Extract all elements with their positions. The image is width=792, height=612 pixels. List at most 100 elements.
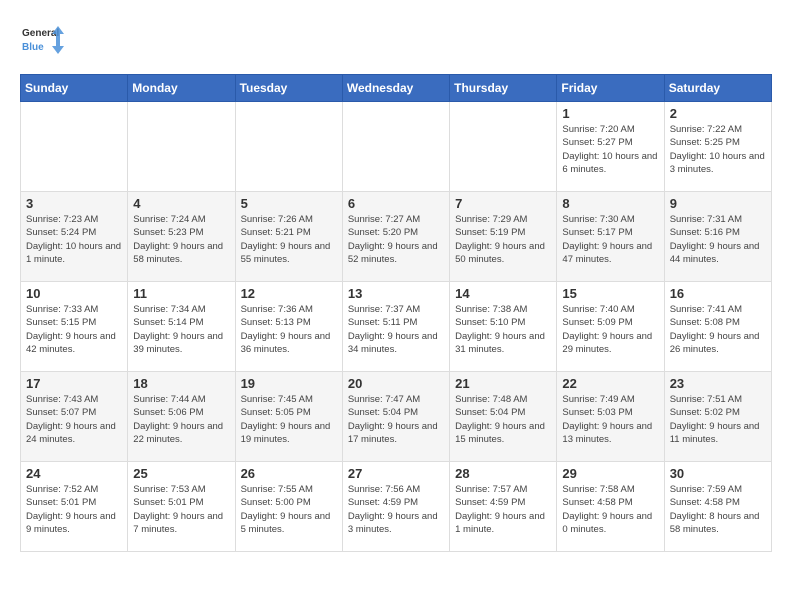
day-number: 30: [670, 466, 766, 481]
day-info: Sunrise: 7:45 AMSunset: 5:05 PMDaylight:…: [241, 393, 337, 446]
calendar-cell: 17 Sunrise: 7:43 AMSunset: 5:07 PMDayligh…: [21, 372, 128, 462]
calendar-cell: 2Sunrise: 7:22 AMSunset: 5:25 PMDaylight…: [664, 102, 771, 192]
header-saturday: Saturday: [664, 75, 771, 102]
day-info: Sunrise: 7:37 AMSunset: 5:11 PMDaylight:…: [348, 303, 444, 356]
day-number: 17: [26, 376, 122, 391]
week-row-3: 10Sunrise: 7:33 AMSunset: 5:15 PMDayligh…: [21, 282, 772, 372]
day-info: Sunrise: 7:49 AMSunset: 5:03 PMDaylight:…: [562, 393, 658, 446]
header-wednesday: Wednesday: [342, 75, 449, 102]
calendar-cell: 19 Sunrise: 7:45 AMSunset: 5:05 PMDayligh…: [235, 372, 342, 462]
calendar-cell: 5 Sunrise: 7:26 AMSunset: 5:21 PMDaylight…: [235, 192, 342, 282]
day-info: Sunrise: 7:38 AMSunset: 5:10 PMDaylight:…: [455, 303, 551, 356]
day-number: 1: [562, 106, 658, 121]
day-info: Sunrise: 7:23 AMSunset: 5:24 PMDaylight:…: [26, 213, 122, 266]
day-number: 9: [670, 196, 766, 211]
calendar-cell: [450, 102, 557, 192]
day-number: 28: [455, 466, 551, 481]
day-number: 16: [670, 286, 766, 301]
day-number: 12: [241, 286, 337, 301]
calendar-cell: 9 Sunrise: 7:31 AMSunset: 5:16 PMDaylight…: [664, 192, 771, 282]
day-info: Sunrise: 7:29 AMSunset: 5:19 PMDaylight:…: [455, 213, 551, 266]
calendar-cell: 11 Sunrise: 7:34 AMSunset: 5:14 PMDayligh…: [128, 282, 235, 372]
calendar-cell: 15 Sunrise: 7:40 AMSunset: 5:09 PMDayligh…: [557, 282, 664, 372]
day-number: 8: [562, 196, 658, 211]
day-info: Sunrise: 7:24 AMSunset: 5:23 PMDaylight:…: [133, 213, 229, 266]
day-info: Sunrise: 7:58 AMSunset: 4:58 PMDaylight:…: [562, 483, 658, 536]
calendar-cell: 26Sunrise: 7:55 AMSunset: 5:00 PMDayligh…: [235, 462, 342, 552]
calendar-cell: [342, 102, 449, 192]
calendar-cell: 28 Sunrise: 7:57 AMSunset: 4:59 PMDayligh…: [450, 462, 557, 552]
day-info: Sunrise: 7:36 AMSunset: 5:13 PMDaylight:…: [241, 303, 337, 356]
calendar-cell: [235, 102, 342, 192]
day-info: Sunrise: 7:57 AMSunset: 4:59 PMDaylight:…: [455, 483, 551, 536]
calendar-cell: 22 Sunrise: 7:49 AMSunset: 5:03 PMDayligh…: [557, 372, 664, 462]
week-row-1: 1 Sunrise: 7:20 AMSunset: 5:27 PMDaylight…: [21, 102, 772, 192]
calendar-cell: 21 Sunrise: 7:48 AMSunset: 5:04 PMDayligh…: [450, 372, 557, 462]
day-info: Sunrise: 7:22 AMSunset: 5:25 PMDaylight:…: [670, 123, 766, 176]
day-number: 26: [241, 466, 337, 481]
calendar-cell: 14 Sunrise: 7:38 AMSunset: 5:10 PMDayligh…: [450, 282, 557, 372]
day-number: 5: [241, 196, 337, 211]
week-row-5: 24 Sunrise: 7:52 AMSunset: 5:01 PMDayligh…: [21, 462, 772, 552]
day-info: Sunrise: 7:48 AMSunset: 5:04 PMDaylight:…: [455, 393, 551, 446]
day-info: Sunrise: 7:34 AMSunset: 5:14 PMDaylight:…: [133, 303, 229, 356]
calendar-cell: 27 Sunrise: 7:56 AMSunset: 4:59 PMDayligh…: [342, 462, 449, 552]
day-number: 6: [348, 196, 444, 211]
day-info: Sunrise: 7:47 AMSunset: 5:04 PMDaylight:…: [348, 393, 444, 446]
calendar-cell: 23Sunrise: 7:51 AMSunset: 5:02 PMDayligh…: [664, 372, 771, 462]
day-number: 3: [26, 196, 122, 211]
calendar-cell: 10Sunrise: 7:33 AMSunset: 5:15 PMDayligh…: [21, 282, 128, 372]
day-info: Sunrise: 7:59 AMSunset: 4:58 PMDaylight:…: [670, 483, 766, 536]
week-row-2: 3 Sunrise: 7:23 AMSunset: 5:24 PMDaylight…: [21, 192, 772, 282]
calendar-cell: 13 Sunrise: 7:37 AMSunset: 5:11 PMDayligh…: [342, 282, 449, 372]
day-info: Sunrise: 7:43 AMSunset: 5:07 PMDaylight:…: [26, 393, 122, 446]
day-info: Sunrise: 7:20 AMSunset: 5:27 PMDaylight:…: [562, 123, 658, 176]
day-number: 23: [670, 376, 766, 391]
calendar-header-row: SundayMondayTuesdayWednesdayThursdayFrid…: [21, 75, 772, 102]
day-number: 21: [455, 376, 551, 391]
calendar-cell: 29 Sunrise: 7:58 AMSunset: 4:58 PMDayligh…: [557, 462, 664, 552]
day-number: 24: [26, 466, 122, 481]
calendar-table: SundayMondayTuesdayWednesdayThursdayFrid…: [20, 74, 772, 552]
day-info: Sunrise: 7:31 AMSunset: 5:16 PMDaylight:…: [670, 213, 766, 266]
day-number: 22: [562, 376, 658, 391]
calendar-cell: 18Sunrise: 7:44 AMSunset: 5:06 PMDayligh…: [128, 372, 235, 462]
day-info: Sunrise: 7:40 AMSunset: 5:09 PMDaylight:…: [562, 303, 658, 356]
day-number: 15: [562, 286, 658, 301]
calendar-cell: 24 Sunrise: 7:52 AMSunset: 5:01 PMDayligh…: [21, 462, 128, 552]
day-number: 27: [348, 466, 444, 481]
day-info: Sunrise: 7:53 AMSunset: 5:01 PMDaylight:…: [133, 483, 229, 536]
calendar-cell: [21, 102, 128, 192]
header-sunday: Sunday: [21, 75, 128, 102]
day-number: 25: [133, 466, 229, 481]
day-number: 13: [348, 286, 444, 301]
day-info: Sunrise: 7:52 AMSunset: 5:01 PMDaylight:…: [26, 483, 122, 536]
calendar-cell: 16 Sunrise: 7:41 AMSunset: 5:08 PMDayligh…: [664, 282, 771, 372]
svg-text:Blue: Blue: [22, 42, 44, 53]
header-tuesday: Tuesday: [235, 75, 342, 102]
calendar-cell: 1 Sunrise: 7:20 AMSunset: 5:27 PMDaylight…: [557, 102, 664, 192]
calendar-cell: 8Sunrise: 7:30 AMSunset: 5:17 PMDaylight…: [557, 192, 664, 282]
day-number: 20: [348, 376, 444, 391]
calendar-cell: 6 Sunrise: 7:27 AMSunset: 5:20 PMDaylight…: [342, 192, 449, 282]
calendar-cell: 20 Sunrise: 7:47 AMSunset: 5:04 PMDayligh…: [342, 372, 449, 462]
day-info: Sunrise: 7:27 AMSunset: 5:20 PMDaylight:…: [348, 213, 444, 266]
day-info: Sunrise: 7:44 AMSunset: 5:06 PMDaylight:…: [133, 393, 229, 446]
day-number: 19: [241, 376, 337, 391]
week-row-4: 17 Sunrise: 7:43 AMSunset: 5:07 PMDayligh…: [21, 372, 772, 462]
day-number: 11: [133, 286, 229, 301]
day-info: Sunrise: 7:33 AMSunset: 5:15 PMDaylight:…: [26, 303, 122, 356]
day-info: Sunrise: 7:41 AMSunset: 5:08 PMDaylight:…: [670, 303, 766, 356]
logo: General Blue: [20, 20, 64, 64]
day-number: 29: [562, 466, 658, 481]
header-monday: Monday: [128, 75, 235, 102]
day-number: 7: [455, 196, 551, 211]
day-info: Sunrise: 7:56 AMSunset: 4:59 PMDaylight:…: [348, 483, 444, 536]
calendar-cell: 4 Sunrise: 7:24 AMSunset: 5:23 PMDaylight…: [128, 192, 235, 282]
header-friday: Friday: [557, 75, 664, 102]
calendar-cell: 25 Sunrise: 7:53 AMSunset: 5:01 PMDayligh…: [128, 462, 235, 552]
day-info: Sunrise: 7:26 AMSunset: 5:21 PMDaylight:…: [241, 213, 337, 266]
day-number: 4: [133, 196, 229, 211]
day-number: 14: [455, 286, 551, 301]
calendar-cell: 30 Sunrise: 7:59 AMSunset: 4:58 PMDayligh…: [664, 462, 771, 552]
